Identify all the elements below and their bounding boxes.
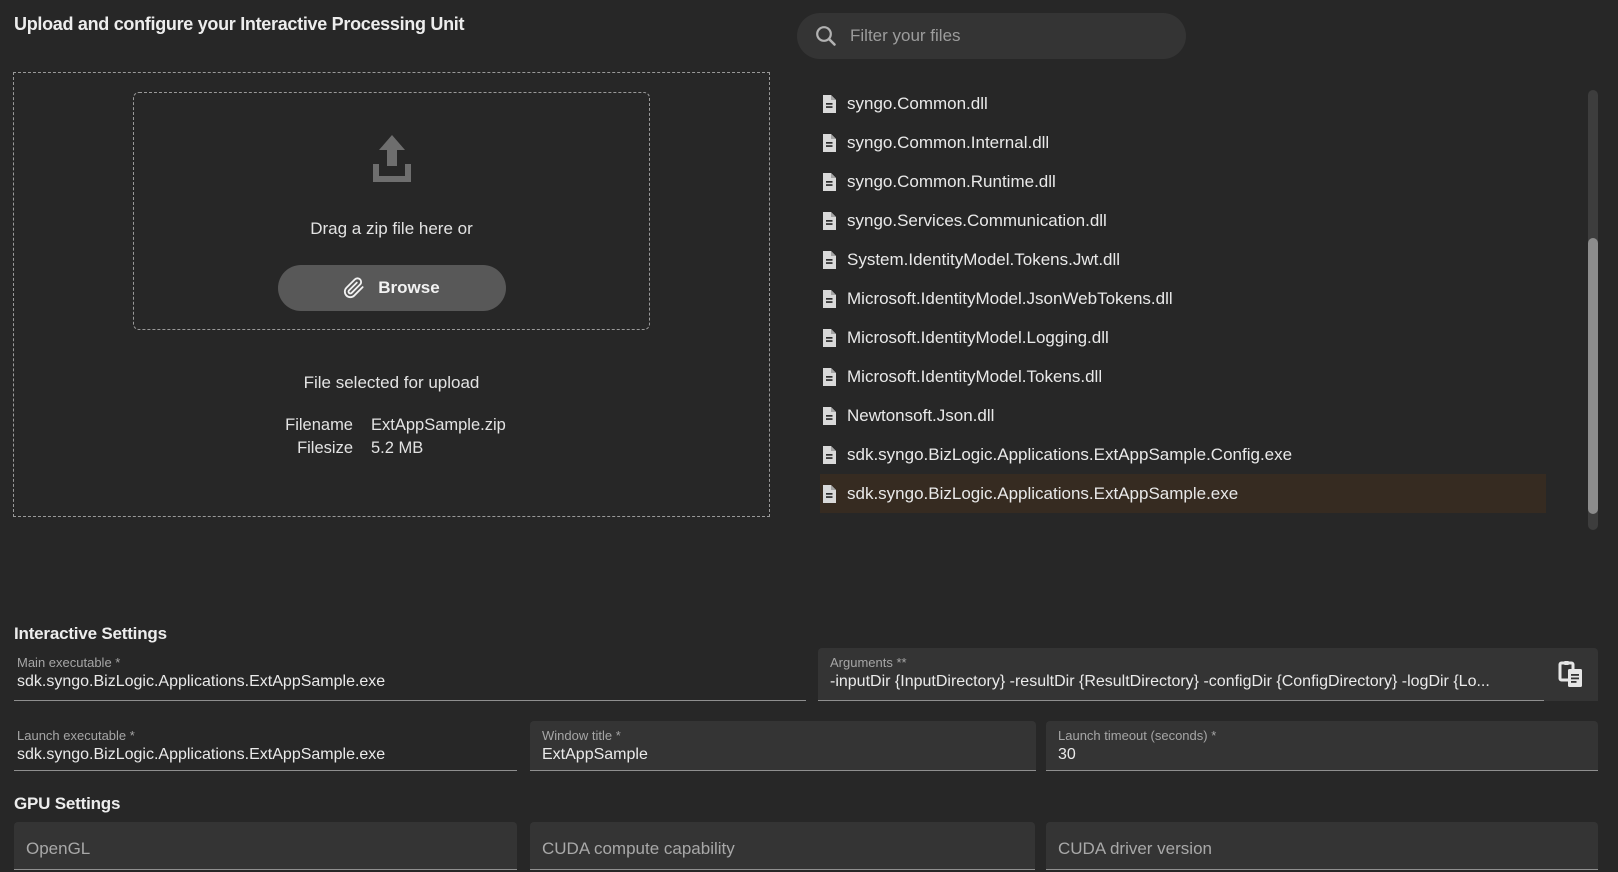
window-title-field[interactable]: Window title *: [530, 721, 1036, 771]
main-executable-field[interactable]: Main executable *: [14, 648, 806, 701]
cuda-driver-version-field[interactable]: CUDA driver version: [1046, 822, 1598, 870]
filename-value: ExtAppSample.zip: [371, 416, 506, 434]
filesize-value: 5.2 MB: [371, 439, 424, 457]
file-icon: [823, 133, 836, 152]
main-executable-input[interactable]: [17, 673, 806, 697]
arguments-field[interactable]: Arguments **: [818, 648, 1598, 701]
file-icon: [823, 328, 836, 347]
gpu-settings-heading: GPU Settings: [14, 794, 121, 813]
file-list-item[interactable]: Microsoft.IdentityModel.Tokens.dll: [820, 357, 1546, 396]
file-icon: [823, 406, 836, 425]
file-name: Microsoft.IdentityModel.Logging.dll: [847, 327, 1109, 347]
file-list-item[interactable]: syngo.Common.Runtime.dll: [820, 162, 1546, 201]
paperclip-icon: [344, 277, 364, 299]
cuda-compute-capability-label: CUDA compute capability: [542, 839, 735, 858]
file-list: syngo.Common.dll syngo.Common.Internal.d…: [820, 84, 1546, 513]
browse-button[interactable]: Browse: [277, 265, 506, 311]
arguments-label: Arguments **: [830, 655, 907, 670]
file-name: Newtonsoft.Json.dll: [847, 405, 995, 425]
file-name: sdk.syngo.BizLogic.Applications.ExtAppSa…: [847, 483, 1239, 503]
page-title: Upload and configure your Interactive Pr…: [14, 14, 465, 34]
copy-icon: [1558, 661, 1582, 687]
file-name: syngo.Services.Communication.dll: [847, 210, 1107, 230]
browse-label: Browse: [378, 278, 440, 297]
launch-executable-field[interactable]: Launch executable *: [14, 721, 517, 771]
filename-label: Filename: [285, 416, 353, 434]
file-icon: [823, 445, 836, 464]
file-icon: [823, 94, 836, 113]
file-list-item[interactable]: Microsoft.IdentityModel.Logging.dll: [820, 318, 1546, 357]
cuda-compute-capability-field[interactable]: CUDA compute capability: [530, 822, 1035, 870]
main-executable-label: Main executable *: [17, 655, 121, 670]
file-name: Microsoft.IdentityModel.JsonWebTokens.dl…: [847, 288, 1173, 308]
file-icon: [823, 250, 836, 269]
upload-panel: Drag a zip file here or Browse File sele…: [13, 72, 770, 517]
copy-arguments-button[interactable]: [1544, 648, 1598, 701]
file-list-scrollbar-thumb[interactable]: [1588, 238, 1598, 514]
arguments-input[interactable]: [830, 673, 1544, 697]
dropzone[interactable]: Drag a zip file here or Browse: [133, 92, 650, 330]
file-list-item[interactable]: Microsoft.IdentityModel.JsonWebTokens.dl…: [820, 279, 1546, 318]
file-icon: [823, 367, 836, 386]
file-name: System.IdentityModel.Tokens.Jwt.dll: [847, 249, 1121, 269]
drag-hint: Drag a zip file here or: [310, 219, 473, 238]
file-filter[interactable]: [797, 13, 1186, 59]
file-list-item[interactable]: sdk.syngo.BizLogic.Applications.ExtAppSa…: [820, 474, 1546, 513]
window-title-input[interactable]: [542, 746, 1036, 770]
opengl-label: OpenGL: [26, 839, 91, 858]
file-selected-heading: File selected for upload: [303, 373, 480, 392]
file-list-item[interactable]: sdk.syngo.BizLogic.Applications.ExtAppSa…: [820, 435, 1546, 474]
file-list-item[interactable]: syngo.Common.Internal.dll: [820, 123, 1546, 162]
file-icon: [823, 484, 836, 503]
launch-timeout-label: Launch timeout (seconds) *: [1058, 728, 1217, 743]
file-name: syngo.Common.dll: [847, 93, 988, 113]
launch-executable-label: Launch executable *: [17, 728, 135, 743]
file-name: syngo.Common.Runtime.dll: [847, 171, 1056, 191]
opengl-field[interactable]: OpenGL: [14, 822, 517, 870]
search-icon: [816, 26, 836, 46]
launch-timeout-input[interactable]: [1058, 746, 1598, 770]
launch-executable-input[interactable]: [17, 746, 517, 770]
upload-icon: [372, 135, 411, 182]
filter-input[interactable]: [850, 26, 1168, 46]
file-icon: [823, 289, 836, 308]
launch-timeout-field[interactable]: Launch timeout (seconds) *: [1046, 721, 1598, 771]
interactive-settings-heading: Interactive Settings: [14, 624, 167, 643]
filesize-label: Filesize: [297, 439, 353, 457]
file-list-item[interactable]: syngo.Common.dll: [820, 84, 1546, 123]
file-name: Microsoft.IdentityModel.Tokens.dll: [847, 366, 1103, 386]
file-icon: [823, 211, 836, 230]
file-list-item[interactable]: Newtonsoft.Json.dll: [820, 396, 1546, 435]
file-selected-info: File selected for upload Filename ExtApp…: [133, 373, 650, 458]
window-title-label: Window title *: [542, 728, 621, 743]
file-list-item[interactable]: System.IdentityModel.Tokens.Jwt.dll: [820, 240, 1546, 279]
file-icon: [823, 172, 836, 191]
file-name: syngo.Common.Internal.dll: [847, 132, 1050, 152]
file-list-item[interactable]: syngo.Services.Communication.dll: [820, 201, 1546, 240]
file-name: sdk.syngo.BizLogic.Applications.ExtAppSa…: [847, 444, 1293, 464]
cuda-driver-version-label: CUDA driver version: [1058, 839, 1212, 858]
